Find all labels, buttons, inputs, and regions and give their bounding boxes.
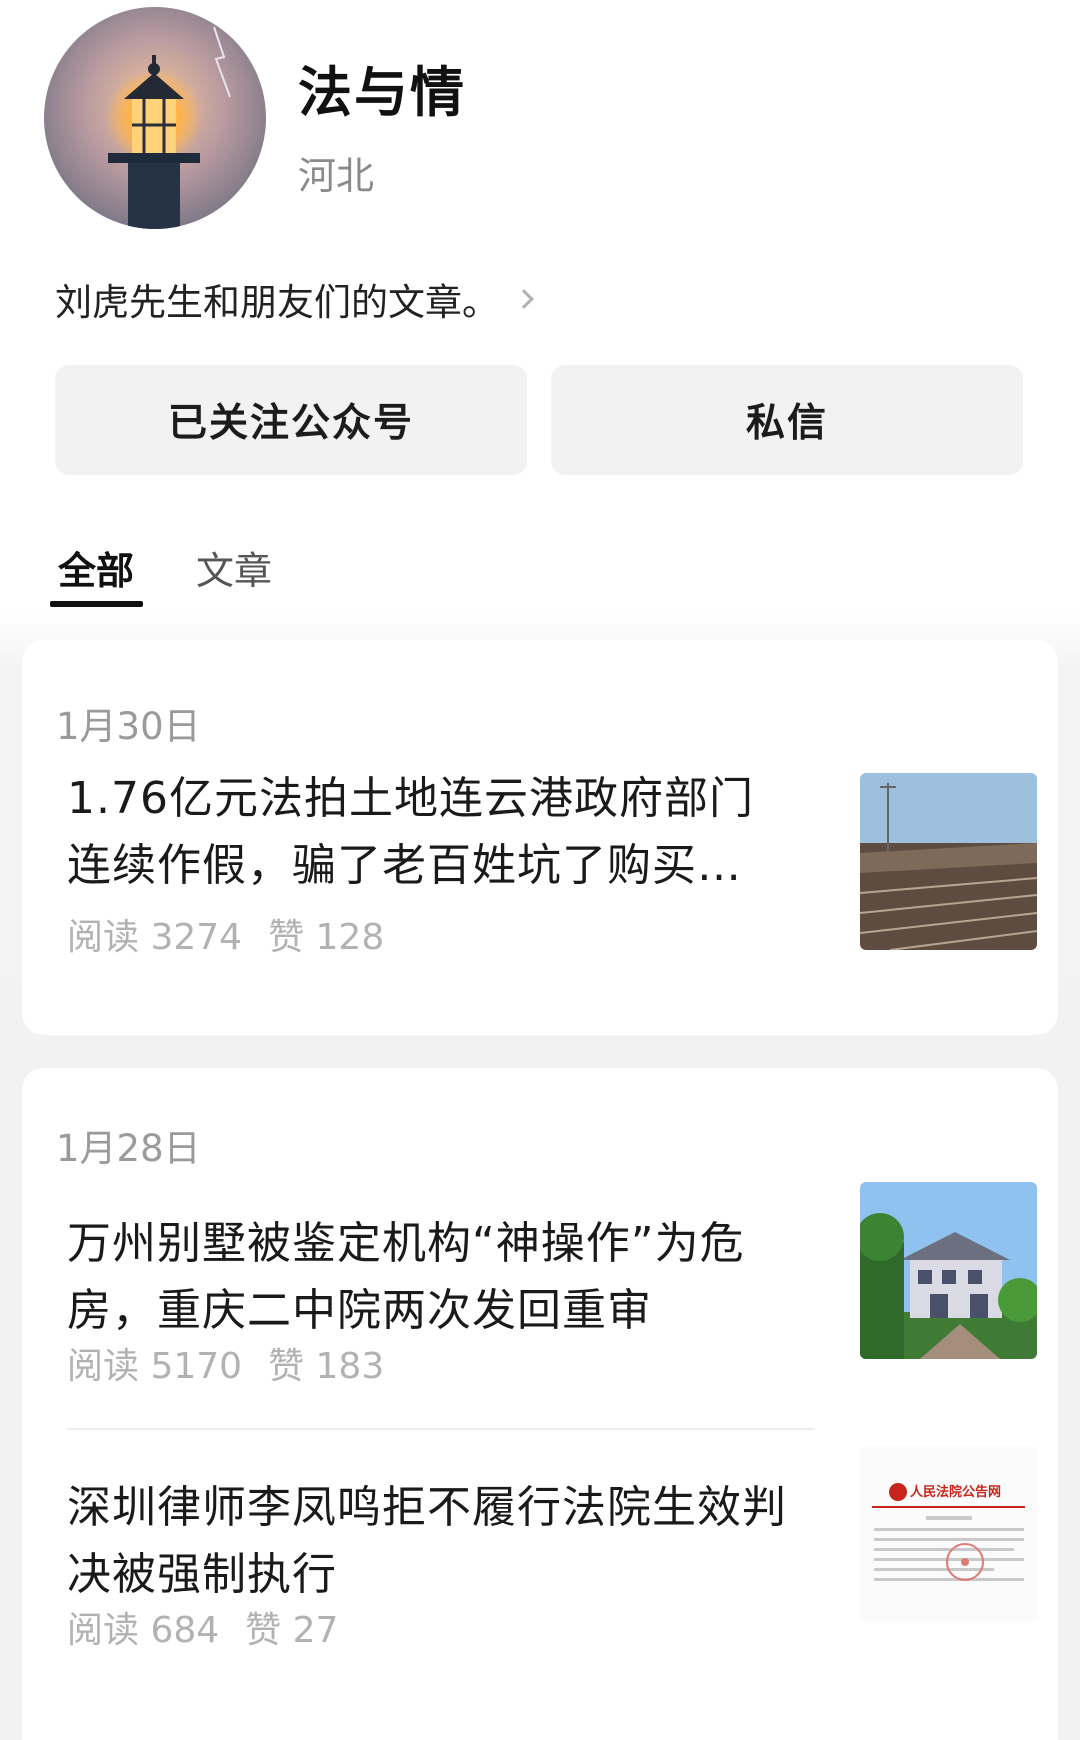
account-region: 河北	[298, 154, 375, 198]
tab-all[interactable]: 全部	[58, 540, 134, 595]
court-notice-thumbnail: 人民法院公告网	[860, 1446, 1037, 1623]
feed-group: 1月28日 万州别墅被鉴定机构“神操作”为危房，重庆二中院两次发回重审 阅读 5…	[22, 1068, 1058, 1740]
like-count: 赞 128	[268, 917, 385, 958]
read-count: 阅读 3274	[67, 917, 243, 958]
active-tab-indicator	[50, 601, 143, 607]
article-item[interactable]: 1.76亿元法拍土地连云港政府部门连续作假，骗了老百姓坑了购买… 阅读 3274…	[67, 765, 1037, 958]
article-title: 深圳律师李凤鸣拒不履行法院生效判决被强制执行	[67, 1482, 787, 1600]
feed-date: 1月28日	[56, 1127, 201, 1170]
like-count: 赞 183	[268, 1346, 385, 1387]
article-divider	[67, 1428, 815, 1430]
read-count: 阅读 5170	[67, 1346, 243, 1387]
villa-thumbnail	[860, 1182, 1037, 1359]
feed-date: 1月30日	[56, 705, 201, 748]
article-item[interactable]: 万州别墅被鉴定机构“神操作”为危房，重庆二中院两次发回重审 阅读 5170 赞 1…	[67, 1182, 1037, 1400]
official-account-profile: 法与情 河北 刘虎先生和朋友们的文章。 已关注公众号 私信 全部 文章 1月30…	[0, 0, 1080, 1740]
bio-link[interactable]: 刘虎先生和朋友们的文章。	[55, 272, 534, 326]
article-stats: 阅读 5170 赞 183	[67, 1337, 384, 1389]
direct-message-button[interactable]: 私信	[551, 365, 1023, 475]
avatar[interactable]	[44, 7, 266, 229]
account-name: 法与情	[298, 61, 466, 124]
farmland-thumbnail	[860, 773, 1037, 950]
article-title: 1.76亿元法拍土地连云港政府部门连续作假，骗了老百姓坑了购买…	[67, 773, 754, 891]
feed-group: 1月30日 1.76亿元法拍土地连云港政府部门连续作假，骗了老百姓坑了购买… 阅…	[22, 640, 1058, 1035]
tab-articles[interactable]: 文章	[196, 540, 272, 595]
like-count: 赞 27	[245, 1610, 339, 1651]
read-count: 阅读 684	[67, 1610, 220, 1651]
lighthouse-avatar-icon	[44, 7, 266, 229]
bio-text: 刘虎先生和朋友们的文章。	[55, 281, 499, 324]
chevron-right-icon	[514, 289, 534, 309]
article-stats: 阅读 3274 赞 128	[67, 908, 384, 960]
court-site-title: 人民法院公告网	[910, 1484, 1001, 1500]
followed-account-button[interactable]: 已关注公众号	[55, 365, 527, 475]
article-title: 万州别墅被鉴定机构“神操作”为危房，重庆二中院两次发回重审	[67, 1218, 745, 1336]
article-item[interactable]: 深圳律师李凤鸣拒不履行法院生效判决被强制执行 阅读 684 赞 27 人民法院公告…	[67, 1446, 1037, 1664]
article-stats: 阅读 684 赞 27	[67, 1601, 338, 1653]
